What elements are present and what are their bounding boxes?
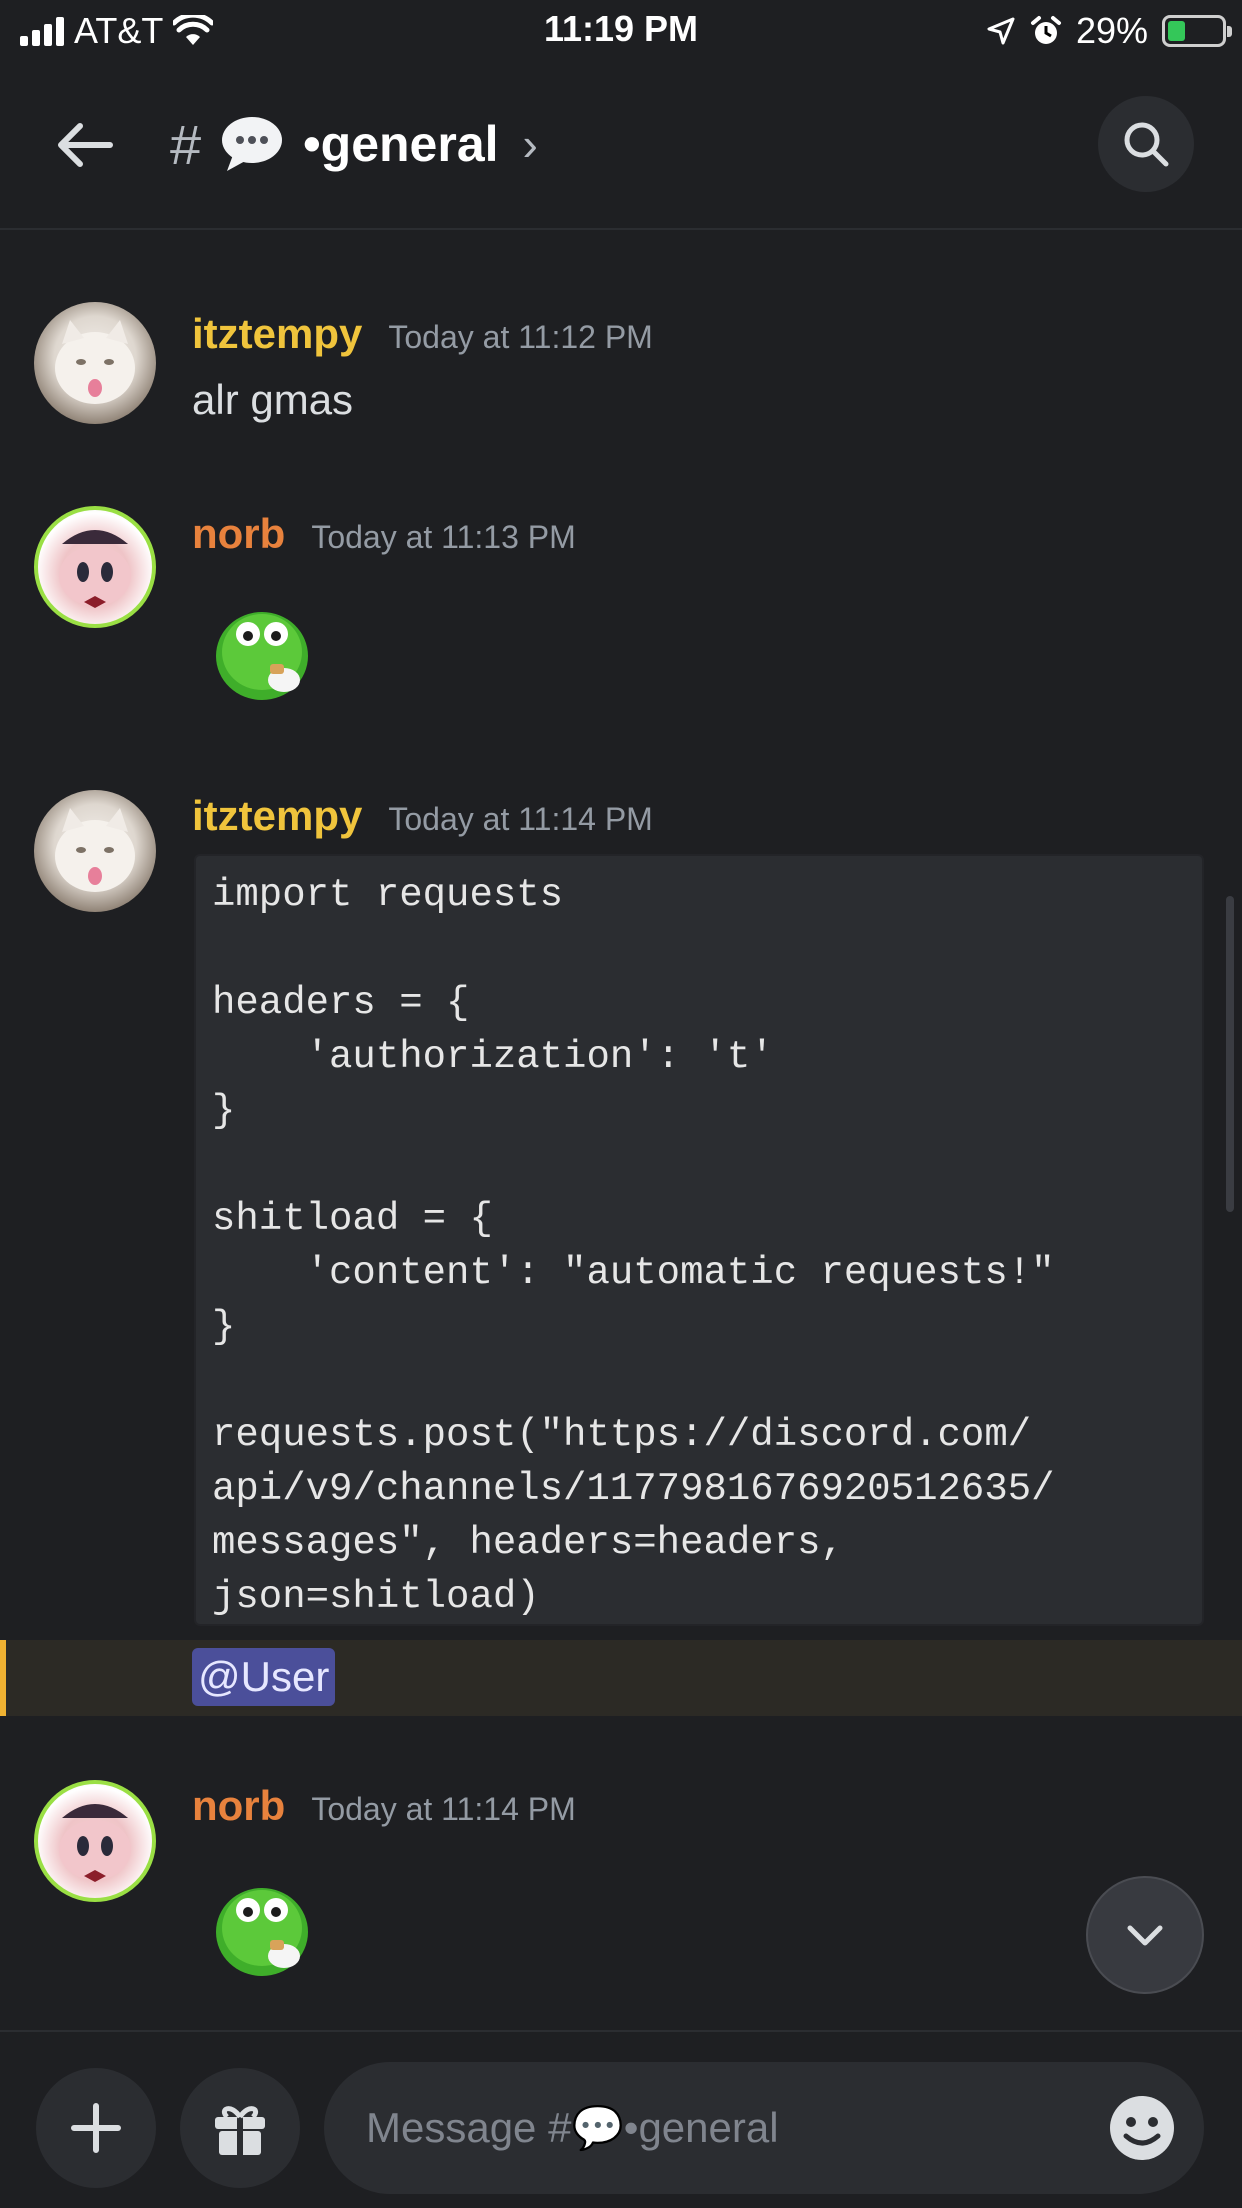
timestamp: Today at 11:14 PM — [311, 1791, 576, 1827]
message-meta: norb Today at 11:13 PM — [192, 510, 576, 558]
cat-avatar-image — [55, 808, 135, 892]
emoji-button[interactable] — [1106, 2092, 1178, 2164]
battery-percent: 29% — [1075, 10, 1148, 51]
norb-avatar-image — [59, 530, 131, 608]
back-arrow-icon — [58, 123, 113, 167]
avatar[interactable] — [34, 790, 156, 912]
channel-title[interactable]: # •general › — [170, 104, 538, 184]
message-meta: itztempy Today at 11:14 PM — [192, 792, 653, 840]
plus-icon — [71, 2103, 121, 2153]
message-meta: itztempy Today at 11:12 PM — [192, 310, 653, 358]
message-input[interactable] — [366, 2104, 1066, 2152]
green-blob-emoji[interactable] — [210, 1872, 320, 1982]
chevron-down-icon — [1127, 1925, 1163, 1946]
username[interactable]: norb — [192, 510, 285, 558]
cat-avatar-image — [55, 320, 135, 404]
username[interactable]: itztempy — [192, 310, 362, 358]
gift-button[interactable] — [180, 2068, 300, 2188]
battery-charging-icon — [1162, 15, 1232, 47]
timestamp: Today at 11:14 PM — [388, 801, 653, 837]
chevron-right-icon: › — [522, 118, 538, 170]
norb-avatar-image — [59, 1804, 131, 1882]
speech-bubble-icon — [222, 117, 283, 171]
user-mention[interactable]: @User — [192, 1648, 336, 1706]
status-right: 29% — [986, 8, 1232, 54]
avatar[interactable] — [34, 302, 156, 424]
location-arrow-icon — [987, 17, 1015, 45]
search-icon — [1124, 122, 1169, 167]
scrollbar[interactable] — [1226, 896, 1234, 1212]
alarm-icon — [1030, 16, 1061, 44]
avatar[interactable] — [34, 1780, 156, 1902]
code-block[interactable]: import requests headers = { 'authorizati… — [194, 854, 1204, 1626]
search-button[interactable] — [1098, 96, 1194, 192]
channel-header: # •general › — [0, 62, 1242, 230]
gift-icon — [215, 2106, 265, 2155]
green-blob-emoji[interactable] — [210, 596, 320, 706]
mention-highlight-row: @User — [0, 1640, 1242, 1716]
back-button[interactable] — [50, 110, 120, 180]
timestamp: Today at 11:12 PM — [388, 319, 653, 355]
username[interactable]: norb — [192, 1782, 285, 1830]
add-attachment-button[interactable] — [36, 2068, 156, 2188]
message-text: alr gmas — [192, 376, 354, 423]
channel-name: •general — [303, 116, 499, 172]
username[interactable]: itztempy — [192, 792, 362, 840]
message-input-field[interactable] — [324, 2062, 1204, 2194]
avatar[interactable] — [34, 506, 156, 628]
timestamp: Today at 11:13 PM — [311, 519, 576, 555]
message-composer — [0, 2030, 1242, 2208]
message-meta: norb Today at 11:14 PM — [192, 1782, 576, 1830]
jump-to-bottom-button[interactable] — [1086, 1876, 1204, 1994]
emoji-icon — [1110, 2096, 1174, 2160]
hash-symbol: # — [170, 112, 202, 176]
status-bar: AT&T 11:19 PM 29% — [0, 0, 1242, 62]
